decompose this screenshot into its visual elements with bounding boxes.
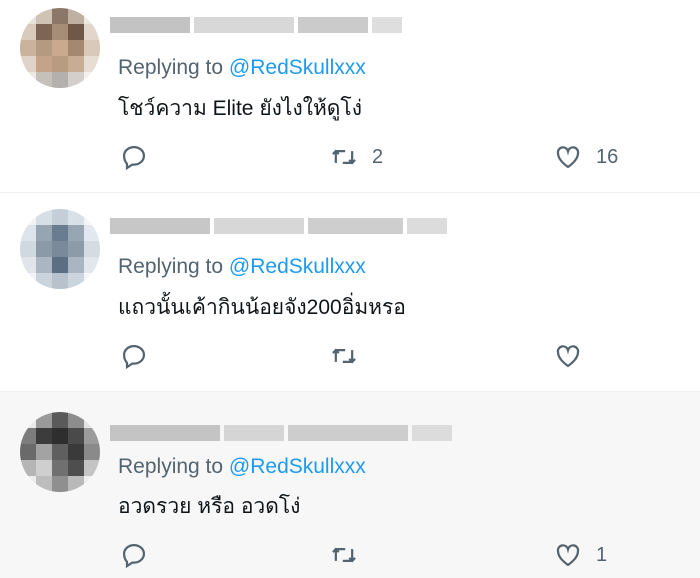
mention-link[interactable]: @RedSkullxxx <box>229 56 366 79</box>
like-count: 1 <box>596 543 608 566</box>
blurred-username[interactable] <box>110 209 447 243</box>
reply-button[interactable] <box>120 341 148 371</box>
reply-tweet[interactable]: Replying to @RedSkullxxx แถวนั้นเค้ากินน… <box>0 193 700 392</box>
avatar[interactable] <box>20 209 100 289</box>
like-button[interactable] <box>554 341 596 371</box>
replying-to-line: Replying to @RedSkullxxx <box>118 455 366 479</box>
like-icon <box>556 146 580 169</box>
replying-to-line: Replying to @RedSkullxxx <box>118 56 366 80</box>
replying-prefix: Replying to <box>118 56 229 79</box>
replying-prefix: Replying to <box>118 255 229 278</box>
reply-tweet[interactable]: Replying to @RedSkullxxx อวดรวย หรือ อวด… <box>0 392 700 578</box>
retweet-icon <box>332 348 356 364</box>
like-button[interactable]: 16 <box>554 142 618 172</box>
avatar[interactable] <box>20 412 100 492</box>
retweet-icon <box>332 547 356 563</box>
avatar[interactable] <box>20 8 100 88</box>
mention-link[interactable]: @RedSkullxxx <box>229 455 366 478</box>
replying-to-line: Replying to @RedSkullxxx <box>118 255 366 279</box>
tweet-text: โชว์ความ Elite ยังไงให้ดูโง่ <box>118 97 362 120</box>
action-bar: 2 16 <box>0 142 700 172</box>
retweet-icon <box>332 149 356 165</box>
action-bar: 1 <box>0 540 700 570</box>
like-icon <box>556 345 580 368</box>
like-icon <box>556 544 580 567</box>
reply-icon <box>122 344 146 370</box>
retweet-button[interactable]: 2 <box>330 142 383 172</box>
reply-button[interactable] <box>120 540 148 570</box>
reply-tweet[interactable]: Replying to @RedSkullxxx โชว์ความ Elite … <box>0 0 700 193</box>
tweet-text: อวดรวย หรือ อวดโง่ <box>118 495 301 518</box>
retweet-button[interactable] <box>330 540 372 570</box>
reply-icon <box>122 543 146 569</box>
replying-prefix: Replying to <box>118 455 229 478</box>
reply-button[interactable] <box>120 142 148 172</box>
like-count: 16 <box>596 145 619 168</box>
retweet-button[interactable] <box>330 341 372 371</box>
reply-icon <box>122 145 146 171</box>
blurred-username[interactable] <box>110 416 452 450</box>
action-bar <box>0 341 700 371</box>
like-button[interactable]: 1 <box>554 540 607 570</box>
blurred-username[interactable] <box>110 8 402 42</box>
retweet-count: 2 <box>372 145 384 168</box>
tweet-text: แถวนั้นเค้ากินน้อยจัง200อิ่มหรอ <box>118 296 406 319</box>
mention-link[interactable]: @RedSkullxxx <box>229 255 366 278</box>
